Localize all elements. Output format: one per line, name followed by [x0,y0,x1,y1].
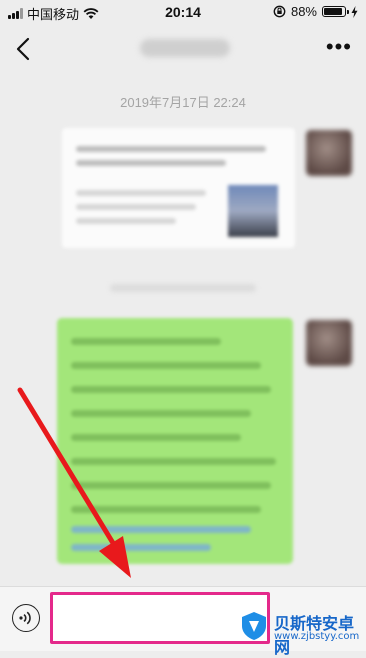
message-text-input[interactable] [50,592,270,644]
status-right: 88% [273,4,358,19]
chevron-left-icon[interactable] [12,36,38,62]
watermark-url: www.zjbstyy.com [274,631,360,642]
avatar[interactable] [306,320,352,366]
charging-icon [351,5,358,18]
watermark: 贝斯特安卓网 www.zjbstyy.com [238,608,366,657]
avatar[interactable] [306,130,352,176]
chat-title-blurred [140,39,230,57]
orientation-lock-icon [273,5,286,18]
voice-input-button[interactable] [12,604,40,632]
text-message-bubble[interactable] [57,318,293,564]
chat-header: ••• [0,24,366,74]
link-thumbnail-image [228,185,278,237]
battery-icon [322,6,349,17]
status-bar: 中国移动 20:14 88% [0,0,366,24]
more-options-button[interactable]: ••• [326,36,352,58]
shield-logo-icon [242,612,266,640]
system-tip-blurred [110,284,256,292]
battery-percent: 88% [290,4,317,19]
voice-icon [19,611,31,625]
link-message-card[interactable] [62,128,295,248]
message-timestamp: 2019年7月17日 22:24 [120,95,246,110]
